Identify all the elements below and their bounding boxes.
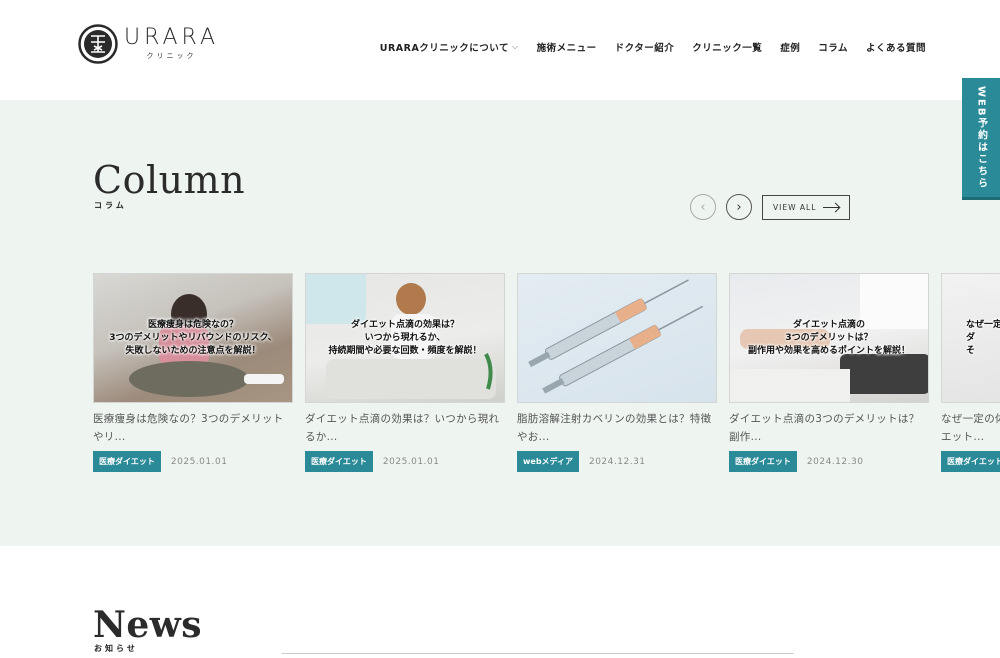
chevron-down-icon: ⌵ [512, 42, 519, 51]
nav-item-menu[interactable]: 施術メニュー [537, 40, 597, 54]
category-tag[interactable]: 医療ダイエット [729, 451, 797, 472]
card-thumbnail: なぜ一定の ダ そ [941, 273, 1000, 403]
column-card[interactable]: なぜ一定の ダ そ なぜ一定の体 エット... 医療ダイエット [941, 273, 1000, 472]
card-thumbnail: ダイエット点滴の 3つのデメリットは？ 副作用や効果を高めるポイントを解説！ [729, 273, 929, 403]
main-nav: URARAクリニックについて ⌵ 施術メニュー ドクター紹介 クリニック一覧 症例… [380, 40, 926, 54]
web-reservation-label: WEB予約はこちら [975, 85, 987, 190]
post-date: 2024.12.31 [588, 456, 646, 467]
column-card[interactable]: 医療痩身は危険なの？ 3つのデメリットやリバウンドのリスク、 失敗しないための注… [93, 273, 293, 472]
column-card[interactable]: ダイエット点滴の 3つのデメリットは？ 副作用や効果を高めるポイントを解説！ ダ… [729, 273, 929, 472]
card-thumbnail-caption: 医療痩身は危険なの？ 3つのデメリットやリバウンドのリスク、 失敗しないための注… [109, 319, 277, 356]
news-divider [282, 653, 794, 654]
category-tag[interactable]: webメディア [517, 451, 579, 472]
nav-item-label: 症例 [780, 43, 801, 54]
carousel-prev-button[interactable]: ‹ [690, 194, 716, 220]
post-date: 2025.01.01 [170, 456, 228, 467]
nav-item-label: URARAクリニックについて [379, 43, 510, 54]
card-thumbnail-caption: ダイエット点滴の 3つのデメリットは？ 副作用や効果を高めるポイントを解説！ [747, 319, 910, 356]
carousel-next-button[interactable]: › [726, 194, 752, 220]
logo-emblem-icon [78, 24, 118, 64]
arrow-right-icon [823, 207, 839, 208]
column-card-list: 医療痩身は危険なの？ 3つのデメリットやリバウンドのリスク、 失敗しないための注… [93, 273, 1000, 493]
nav-item-label: クリニック一覧 [692, 43, 763, 54]
nav-item-about[interactable]: URARAクリニックについて ⌵ [380, 40, 519, 54]
card-thumbnail: 医療痩身は危険なの？ 3つのデメリットやリバウンドのリスク、 失敗しないための注… [93, 273, 293, 403]
nav-item-label: ドクター紹介 [614, 43, 675, 54]
syringe-illustration [528, 279, 703, 394]
category-tag[interactable]: 医療ダイエット [305, 451, 373, 472]
card-thumbnail-caption: なぜ一定の ダ そ [966, 319, 1000, 356]
site-logo[interactable]: URARA クリニック [78, 24, 219, 64]
chevron-right-icon: › [736, 199, 742, 215]
category-tag[interactable]: 医療ダイエット [941, 451, 1000, 472]
card-thumbnail: ダイエット点滴の効果は？ いつから現れるか、 持続期間や必要な回数・頻度を解説！ [305, 273, 505, 403]
news-section-subtitle: お知らせ [94, 644, 138, 653]
nav-item-column[interactable]: コラム [818, 40, 848, 54]
logo-subtext: クリニック [146, 52, 197, 60]
card-title: ダイエット点滴の3つのデメリットは？副作... [729, 413, 920, 443]
card-thumbnail [517, 273, 717, 403]
nav-item-label: 施術メニュー [536, 43, 597, 54]
card-title: 医療痩身は危険なの？3つのデメリットやリ... [93, 413, 284, 443]
nav-item-faq[interactable]: よくある質問 [866, 40, 926, 54]
logo-wordmark: URARA [124, 25, 219, 50]
nav-item-cases[interactable]: 症例 [780, 40, 800, 54]
card-title: 脂肪溶解注射カベリンの効果とは？特徴やお... [517, 413, 712, 443]
nav-item-label: よくある質問 [865, 43, 926, 54]
post-date: 2024.12.30 [806, 456, 864, 467]
column-card[interactable]: 脂肪溶解注射カベリンの効果とは？特徴やお... webメディア 2024.12.… [517, 273, 717, 472]
view-all-button[interactable]: VIEW ALL [762, 195, 850, 220]
nav-item-label: コラム [818, 43, 848, 54]
chevron-left-icon: ‹ [700, 199, 706, 215]
column-section: Column コラム ‹ › VIEW ALL 医療痩身は危険なの？ 3つのデメ… [0, 100, 1000, 546]
nav-item-clinics[interactable]: クリニック一覧 [692, 40, 762, 54]
nav-item-doctors[interactable]: ドクター紹介 [615, 40, 675, 54]
category-tag[interactable]: 医療ダイエット [93, 451, 161, 472]
section-subtitle: コラム [94, 201, 127, 210]
post-date: 2025.01.01 [382, 456, 440, 467]
web-reservation-tab[interactable]: WEB予約はこちら [962, 78, 1000, 200]
news-section-title: News [93, 604, 203, 646]
card-thumbnail-caption: ダイエット点滴の効果は？ いつから現れるか、 持続期間や必要な回数・頻度を解説！ [328, 319, 482, 356]
view-all-label: VIEW ALL [773, 203, 817, 212]
section-title: Column [93, 158, 246, 202]
column-card[interactable]: ダイエット点滴の効果は？ いつから現れるか、 持続期間や必要な回数・頻度を解説！… [305, 273, 505, 472]
card-title: ダイエット点滴の効果は？いつから現れるか... [305, 413, 500, 443]
site-header: URARA クリニック URARAクリニックについて ⌵ 施術メニュー ドクター紹… [0, 0, 1000, 100]
card-title: なぜ一定の体 エット... [941, 413, 1000, 443]
